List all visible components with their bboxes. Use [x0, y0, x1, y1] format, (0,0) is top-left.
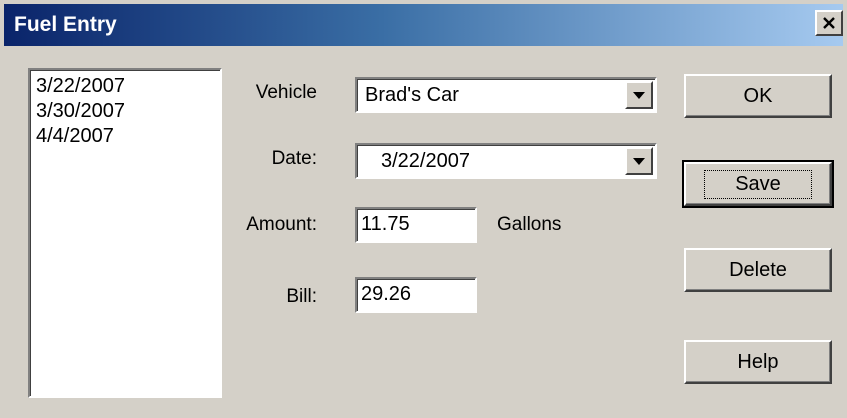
close-icon [823, 17, 835, 29]
delete-button-label: Delete [729, 258, 787, 281]
help-button[interactable]: Help [684, 340, 832, 384]
vehicle-select[interactable]: Brad's Car [355, 77, 657, 113]
window-title: Fuel Entry [14, 13, 117, 36]
date-picker-value: 3/22/2007 [381, 150, 470, 172]
ok-button[interactable]: OK [684, 74, 832, 118]
vehicle-select-value: Brad's Car [365, 84, 459, 106]
delete-button[interactable]: Delete [684, 248, 832, 292]
help-button-label: Help [737, 350, 779, 373]
list-item[interactable]: 4/4/2007 [36, 124, 214, 149]
chevron-down-icon [633, 157, 645, 165]
ok-button-label: OK [743, 84, 773, 107]
bill-input[interactable]: 29.26 [355, 277, 477, 313]
chevron-down-icon [633, 91, 645, 99]
vehicle-dropdown-button[interactable] [625, 81, 653, 109]
title-bar: Fuel Entry [4, 4, 843, 46]
amount-input[interactable]: 11.75 [355, 207, 477, 243]
amount-label: Amount: [246, 214, 317, 235]
date-label: Date: [271, 148, 317, 169]
vehicle-label: Vehicle [255, 82, 317, 103]
save-button[interactable]: Save [682, 160, 834, 208]
close-button[interactable] [815, 10, 843, 36]
amount-unit-label: Gallons [497, 214, 562, 235]
fuel-entry-dialog: Fuel Entry 3/22/2007 3/30/2007 4/4/2007 … [0, 0, 847, 418]
save-button-label: Save [704, 169, 812, 199]
date-picker[interactable]: 3/22/2007 [355, 143, 657, 179]
bill-label: Bill: [286, 286, 317, 307]
date-dropdown-button[interactable] [625, 147, 653, 175]
